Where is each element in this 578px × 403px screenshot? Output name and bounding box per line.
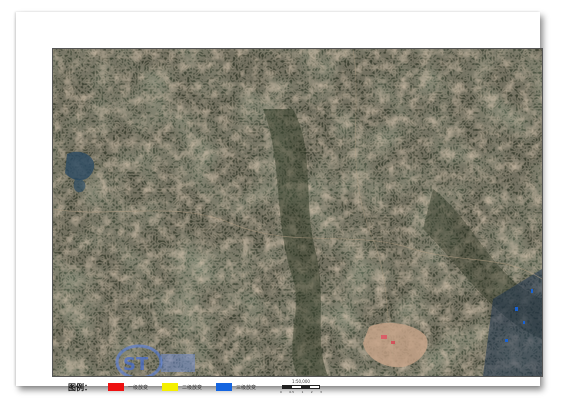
legend-swatch-red [108,383,124,391]
scale-tick: 0 [280,390,282,394]
map-sheet: ST 图例： 一级放变 二级放变 三级放变 1:50,000 0 0.5 1 2… [16,12,543,394]
legend-label: 一级放变 [128,384,149,391]
legend-label: 二级放变 [182,384,203,391]
legend-item-level-3: 三级放变 [216,383,256,391]
satellite-imagery-map[interactable]: ST [52,48,543,377]
scale-tick: 0.5 [289,390,295,394]
legend-item-level-2: 二级放变 [162,383,202,391]
scale-ratio: 1:50,000 [292,379,310,384]
scale-ticks: 0 0.5 1 2 3 [280,390,322,394]
legend-swatch-blue [216,383,233,391]
legend-swatch-yellow [162,383,179,391]
scale-tick: 2 [310,390,313,394]
svg-text:ST: ST [123,354,149,375]
scale-graphic [282,385,320,389]
scale-bar: 1:50,000 0 0.5 1 2 3 [278,379,324,394]
legend-label: 三级放变 [236,384,257,391]
scale-tick: 1 [301,390,304,394]
watermark-logo: ST [109,340,205,376]
legend-item-level-1: 一级放变 [108,383,148,391]
legend-title: 图例： [68,382,92,392]
imagery-canvas [53,49,542,376]
scale-tick: 3 [320,390,322,394]
